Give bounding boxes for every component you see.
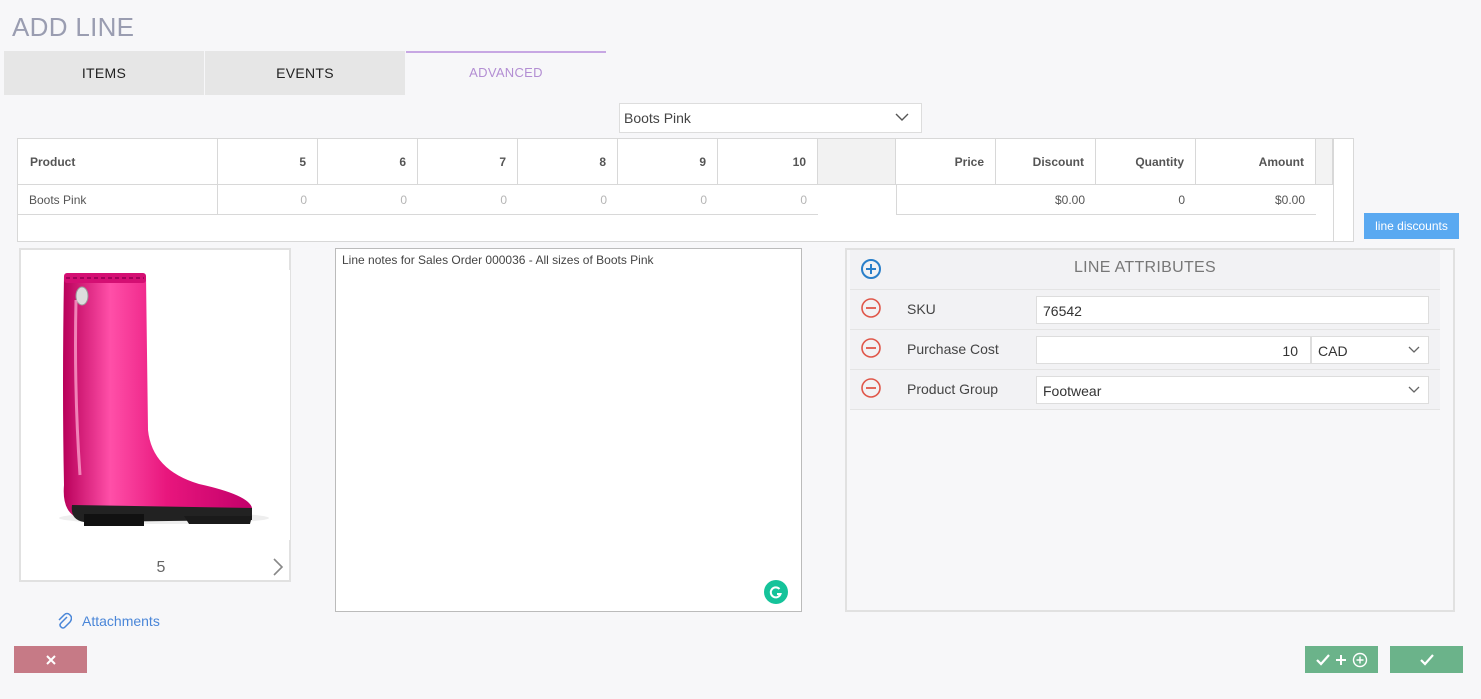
grid-cell-size-qty[interactable]: 0 (418, 185, 518, 215)
sku-input[interactable]: 76542 (1036, 296, 1429, 324)
grid-header-price: Price (896, 139, 996, 185)
grid-cell-size-qty[interactable]: 0 (718, 185, 818, 215)
grid-cell-product: Boots Pink (18, 185, 218, 215)
attribute-label: Product Group (907, 381, 999, 397)
grid-cell-size-qty[interactable]: 0 (518, 185, 618, 215)
line-attributes-panel: LINE ATTRIBUTES SKU 76542 Purchase Cost … (845, 248, 1455, 612)
grid-cell-amount: $0.00 (1196, 185, 1316, 215)
grid-scrollbar[interactable] (1333, 139, 1351, 241)
grid-cell-size-qty[interactable]: 0 (618, 185, 718, 215)
tab-events[interactable]: EVENTS (205, 51, 405, 95)
grid-header-size: 9 (618, 139, 718, 185)
attribute-row-product-group: Product Group Footwear (850, 370, 1440, 410)
grid-header-size: 6 (318, 139, 418, 185)
grammarly-glyph-icon (769, 586, 782, 599)
product-image (24, 270, 290, 540)
tab-advanced[interactable]: ADVANCED (406, 51, 606, 95)
grid-cell-size-qty[interactable]: 0 (318, 185, 418, 215)
attribute-label: Purchase Cost (907, 341, 999, 357)
attribute-row-purchase-cost: Purchase Cost 10 CAD (850, 330, 1440, 370)
grid-header-size: 8 (518, 139, 618, 185)
attachments-label: Attachments (82, 613, 160, 629)
size-grid: Product 5 6 7 8 9 10 Price Discount Quan… (17, 138, 1354, 242)
grid-header-size: 10 (718, 139, 818, 185)
plus-circle-icon (1352, 652, 1367, 667)
save-and-add-new-button[interactable] (1305, 646, 1378, 673)
close-icon (45, 654, 56, 665)
grid-cell-quantity: 0 (1096, 185, 1196, 215)
chevron-down-icon (1408, 386, 1420, 393)
product-select-value: Boots Pink (624, 110, 691, 126)
grid-header-size: 7 (418, 139, 518, 185)
purchase-cost-input[interactable]: 10 (1036, 336, 1311, 364)
minus-circle-icon[interactable] (860, 377, 882, 399)
line-notes-textarea[interactable]: Line notes for Sales Order 000036 - All … (335, 248, 802, 612)
minus-circle-icon[interactable] (860, 297, 882, 319)
grid-cell-size-qty[interactable]: 0 (218, 185, 318, 215)
attributes-title: LINE ATTRIBUTES (1073, 259, 1216, 276)
check-icon (1315, 653, 1330, 666)
attributes-header: LINE ATTRIBUTES (850, 250, 1440, 290)
product-image-panel: 5 (19, 248, 291, 582)
line-discounts-button[interactable]: line discounts (1364, 213, 1459, 239)
product-group-select[interactable]: Footwear (1036, 376, 1429, 404)
attachments-link[interactable]: Attachments (56, 612, 160, 630)
pink-boot-image (59, 273, 269, 526)
grid-header-discount: Discount (996, 139, 1096, 185)
grid-cell-discount[interactable]: $0.00 (996, 185, 1096, 215)
attribute-label: SKU (907, 301, 936, 317)
image-counter: 5 (156, 559, 166, 576)
save-button[interactable] (1390, 646, 1463, 673)
cancel-button[interactable] (14, 646, 87, 673)
currency-value: CAD (1318, 343, 1348, 359)
paperclip-icon (58, 612, 72, 629)
grammarly-icon[interactable] (764, 580, 788, 604)
grid-header-scroll-corner (1316, 139, 1333, 185)
product-select[interactable]: Boots Pink (619, 103, 922, 133)
product-group-value: Footwear (1043, 383, 1102, 399)
attribute-row-sku: SKU 76542 (850, 290, 1440, 330)
page-title: ADD LINE (12, 12, 135, 42)
tab-items[interactable]: ITEMS (4, 51, 204, 95)
minus-circle-icon[interactable] (860, 337, 882, 359)
grid-header-product: Product (18, 139, 218, 185)
currency-select[interactable]: CAD (1311, 336, 1429, 364)
grid-header-size: 5 (218, 139, 318, 185)
chevron-down-icon (895, 113, 909, 121)
check-icon (1419, 653, 1434, 666)
grid-header-quantity: Quantity (1096, 139, 1196, 185)
grid-cell-price[interactable] (896, 185, 996, 215)
chevron-down-icon (1408, 346, 1420, 353)
grid-header-spacer (818, 139, 896, 185)
chevron-right-icon[interactable] (271, 557, 285, 577)
plus-icon (1335, 654, 1346, 665)
grid-header-amount: Amount (1196, 139, 1316, 185)
